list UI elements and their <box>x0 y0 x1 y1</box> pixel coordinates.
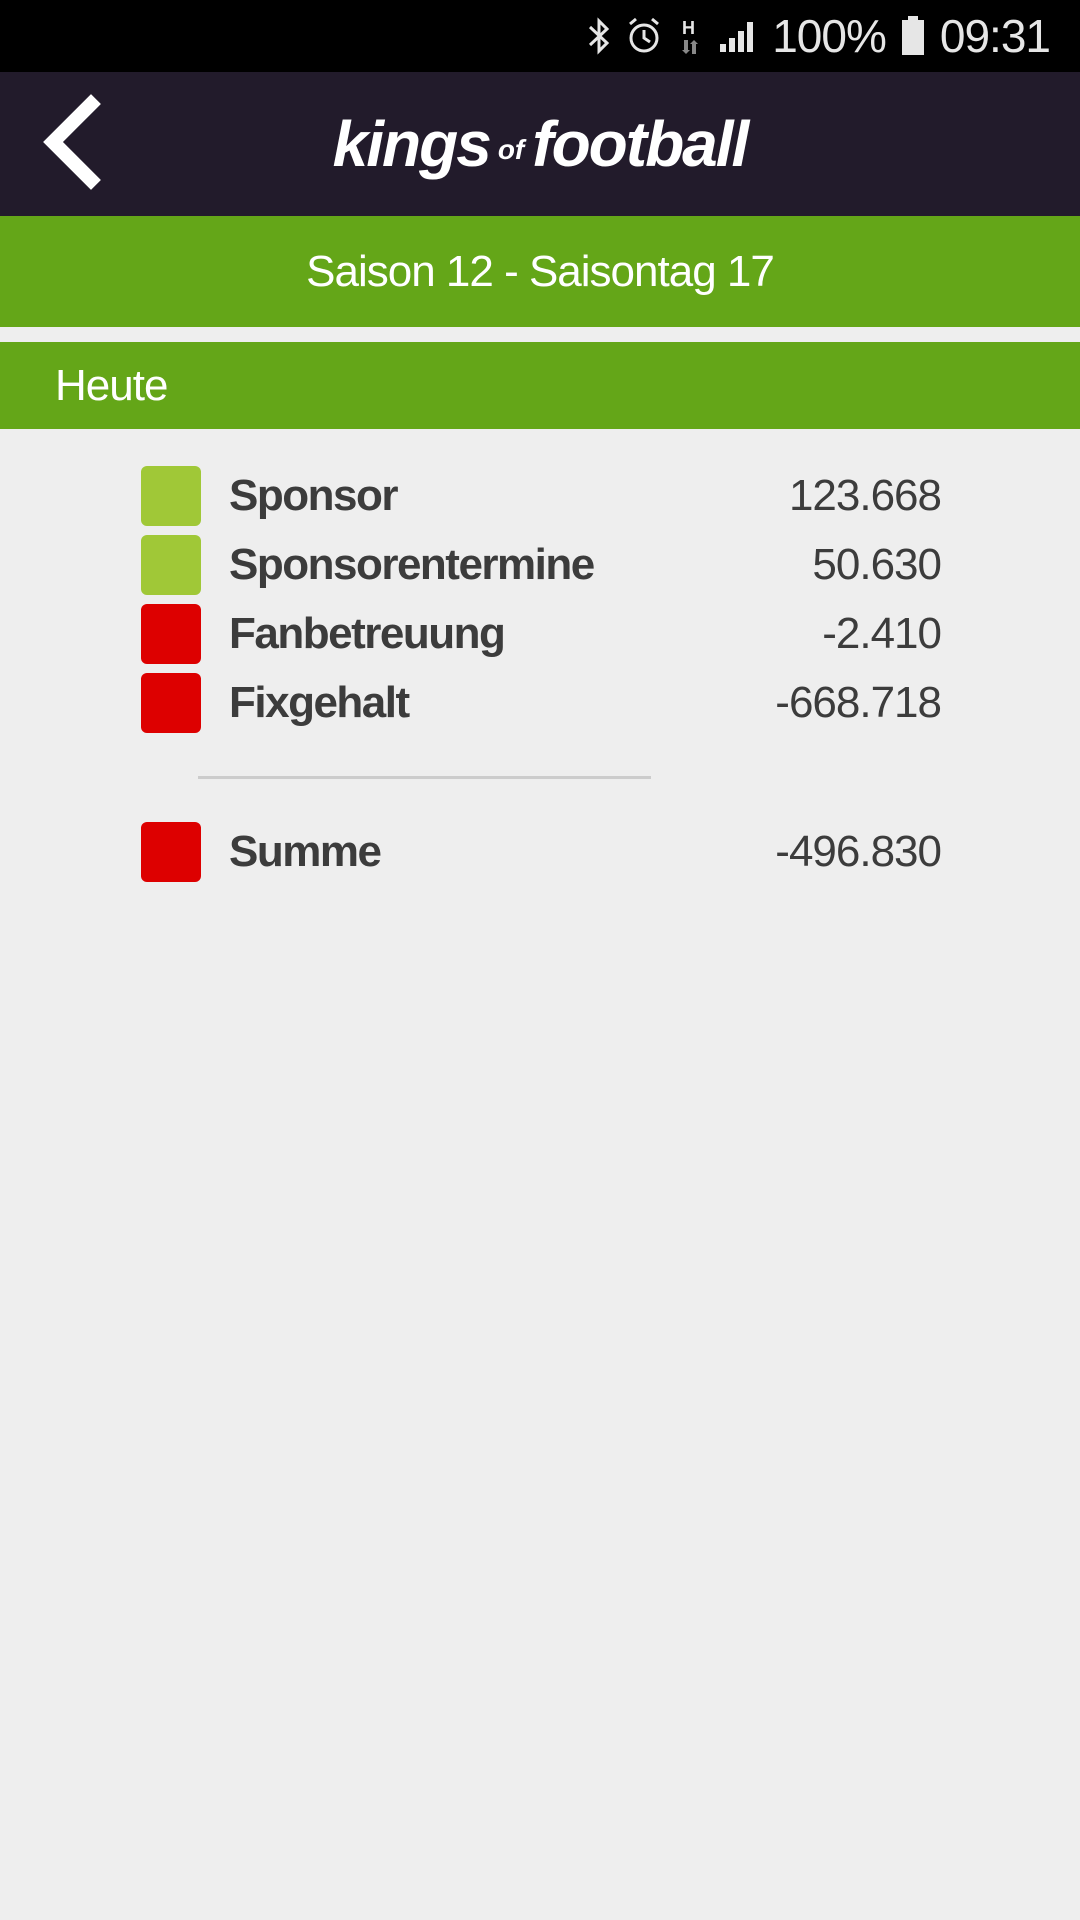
total-label: Summe <box>229 827 382 876</box>
status-icons: H 100% 09:31 <box>586 0 1051 72</box>
battery-percent: 100% <box>772 10 887 62</box>
row-label: Sponsor <box>229 471 398 520</box>
divider <box>198 776 651 779</box>
alarm-icon <box>626 16 662 56</box>
row-value: 123.668 <box>788 471 942 520</box>
svg-text:H: H <box>682 18 695 38</box>
status-color-box <box>141 822 201 882</box>
row-value: 50.630 <box>812 540 942 589</box>
season-bar: Saison 12 - Saisontag 17 <box>0 216 1080 327</box>
row-value: -668.718 <box>775 678 942 727</box>
section-title: Heute <box>55 360 168 410</box>
row-label: Fixgehalt <box>229 678 410 727</box>
logo-football: football <box>532 108 749 180</box>
bluetooth-icon <box>586 16 612 56</box>
row-label: Sponsorentermine <box>229 540 595 589</box>
row-label: Fanbetreuung <box>229 609 506 658</box>
logo-of: of <box>497 134 525 165</box>
season-title: Saison 12 - Saisontag 17 <box>306 246 775 296</box>
finance-row-summe: Summe -496.830 <box>141 822 942 882</box>
status-color-box <box>141 604 201 664</box>
battery-icon <box>900 15 926 57</box>
clock: 09:31 <box>939 10 1051 62</box>
status-color-box <box>141 673 201 733</box>
finance-row-sponsorentermine: Sponsorentermine 50.630 <box>141 535 942 595</box>
app-header: kings of football <box>0 72 1080 216</box>
logo-kings: kings <box>332 108 492 180</box>
row-value: -2.410 <box>822 609 942 658</box>
finance-row-sponsor: Sponsor 123.668 <box>141 466 942 526</box>
hspa-data-icon: H <box>676 16 704 56</box>
status-bar: H 100% 09:31 <box>0 0 1080 72</box>
section-header-today: Heute <box>0 342 1080 429</box>
signal-icon <box>718 16 758 56</box>
app-logo: kings of football <box>0 72 1080 216</box>
finance-row-fixgehalt: Fixgehalt -668.718 <box>141 673 942 733</box>
total-value: -496.830 <box>775 827 942 876</box>
status-color-box <box>141 466 201 526</box>
finance-row-fanbetreuung: Fanbetreuung -2.410 <box>141 604 942 664</box>
status-color-box <box>141 535 201 595</box>
